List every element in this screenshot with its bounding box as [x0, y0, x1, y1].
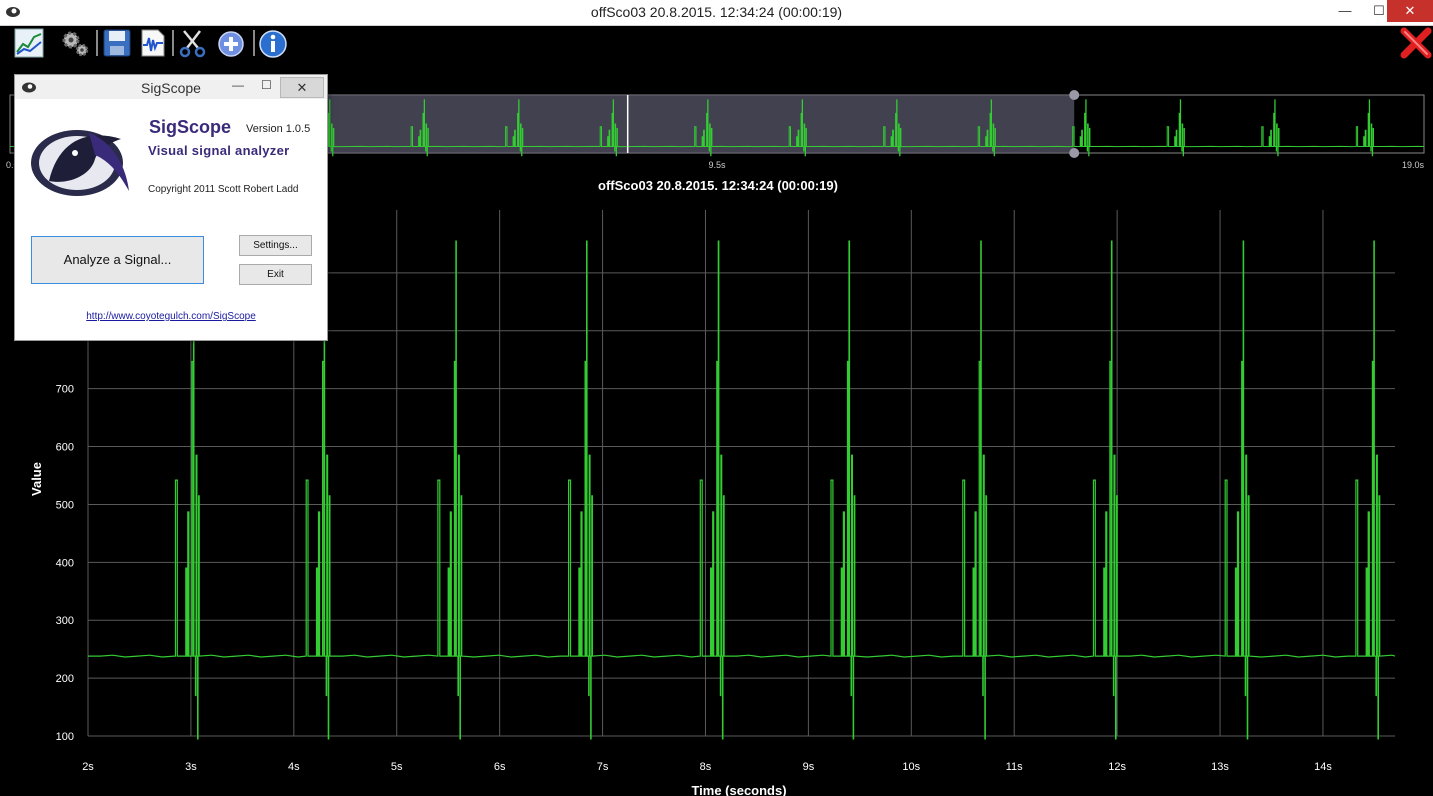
x-tick-label: 7s	[597, 761, 609, 773]
y-tick-label: 700	[56, 384, 74, 396]
info-icon[interactable]	[258, 28, 288, 58]
y-axis-label: Value	[29, 462, 44, 496]
product-name: SigScope	[149, 117, 232, 137]
settings-button[interactable]: Settings...	[239, 235, 312, 256]
save-icon[interactable]	[102, 28, 132, 58]
x-tick-label: 13s	[1211, 761, 1229, 773]
selection-handle-bottom[interactable]	[1069, 148, 1080, 158]
window-minimize-button[interactable]: —	[1330, 0, 1360, 22]
dialog-close-button[interactable]: ✕	[280, 77, 324, 98]
toolbar-separator	[172, 30, 174, 56]
product-version: Version 1.0.5	[246, 123, 311, 135]
dialog-minimize-button[interactable]: —	[232, 78, 244, 92]
y-tick-label: 500	[56, 499, 74, 511]
toolbar	[0, 26, 1433, 62]
analyze-signal-button[interactable]: Analyze a Signal...	[31, 236, 204, 284]
x-tick-label: 11s	[1006, 761, 1023, 773]
overview-tick-mid: 9.5s	[708, 160, 726, 170]
cut-icon[interactable]	[178, 28, 208, 58]
y-tick-label: 200	[56, 673, 74, 685]
chart-title: offSco03 20.8.2015. 12:34:24 (00:00:19)	[598, 178, 838, 193]
website-link[interactable]: http://www.coyotegulch.com/SigScope	[15, 311, 327, 322]
toolbar-separator	[253, 30, 255, 56]
selection-handle-top[interactable]	[1069, 90, 1080, 100]
window-title: offSco03 20.8.2015. 12:34:24 (00:00:19)	[590, 4, 843, 20]
dialog-titlebar: SigScope — ☐ ✕	[15, 75, 327, 99]
y-axis-ticks: 100 200 300 400 500 600 700	[56, 384, 74, 743]
product-subtitle: Visual signal analyzer	[148, 143, 290, 158]
sigscope-logo-icon	[31, 130, 129, 196]
chart-icon[interactable]	[14, 28, 44, 58]
exit-button[interactable]: Exit	[239, 264, 312, 285]
x-tick-label: 14s	[1314, 761, 1332, 773]
x-tick-label: 10s	[902, 761, 920, 773]
add-icon[interactable]	[216, 28, 246, 58]
x-tick-label: 4s	[288, 761, 300, 773]
window-titlebar: offSco03 20.8.2015. 12:34:24 (00:00:19) …	[0, 0, 1433, 26]
y-tick-label: 600	[56, 442, 74, 454]
x-axis-label: Time (seconds)	[691, 783, 786, 796]
x-axis-ticks: 2s 3s 4s 5s 6s 7s 8s 9s 10s 11s 12s 13s 14s	[82, 761, 1332, 773]
x-tick-label: 3s	[185, 761, 197, 773]
red-x-icon[interactable]	[1399, 26, 1433, 60]
dialog-maximize-button[interactable]: ☐	[261, 78, 272, 92]
x-tick-label: 12s	[1108, 761, 1126, 773]
overview-tick-right: 19.0s	[1402, 160, 1425, 170]
y-tick-label: 400	[56, 557, 74, 569]
x-tick-label: 6s	[494, 761, 506, 773]
x-tick-label: 8s	[700, 761, 712, 773]
x-tick-label: 5s	[391, 761, 403, 773]
toolbar-separator	[96, 30, 98, 56]
x-tick-label: 2s	[82, 761, 94, 773]
y-tick-label: 300	[56, 615, 74, 627]
window-close-button[interactable]: ✕	[1387, 0, 1433, 22]
copyright-text: Copyright 2011 Scott Robert Ladd	[148, 184, 299, 195]
settings-icon[interactable]	[60, 28, 90, 58]
x-tick-label: 9s	[803, 761, 815, 773]
waveform-icon[interactable]	[138, 28, 168, 58]
y-tick-label: 100	[56, 731, 74, 743]
sigscope-dialog: SigScope — ☐ ✕ SigScope Version 1.0.5 Vi…	[14, 74, 328, 341]
